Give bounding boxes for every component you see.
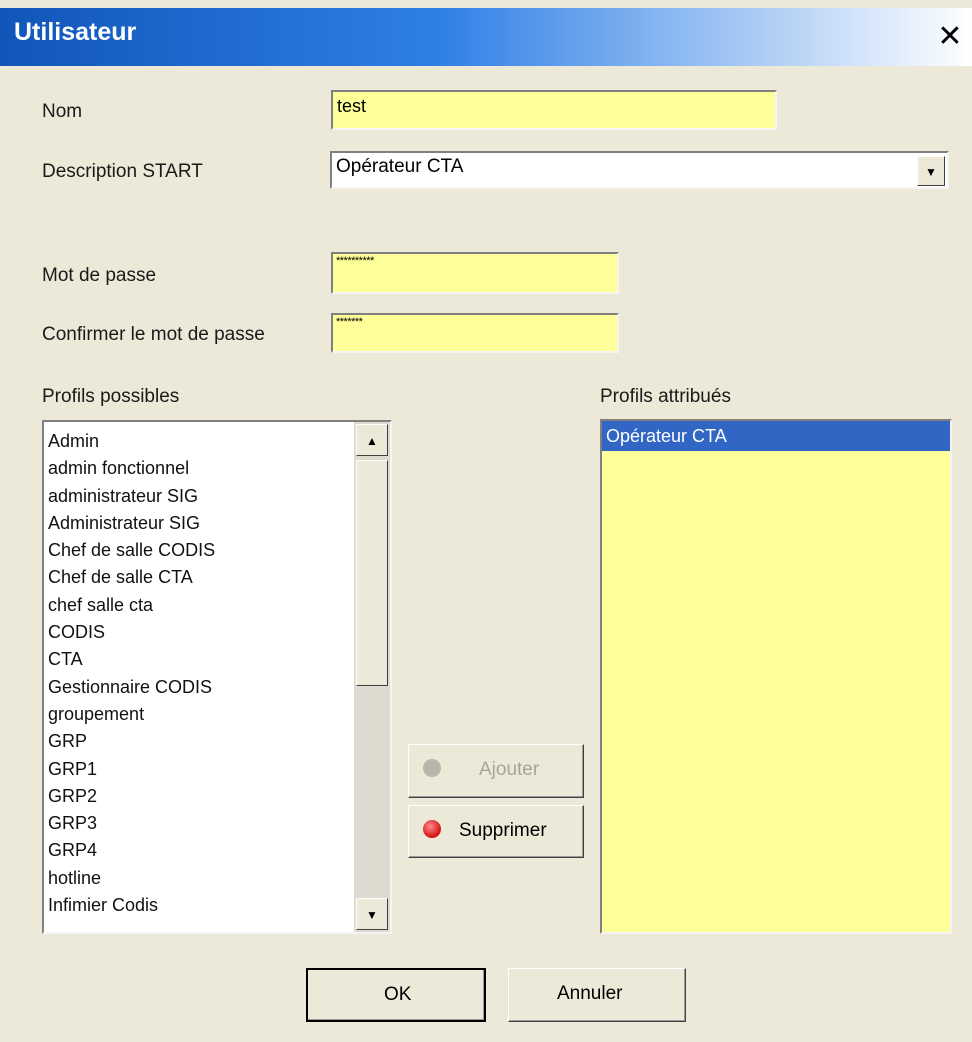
profils-attribues-list[interactable]: Opérateur CTA	[600, 419, 952, 934]
list-item[interactable]: administrateur SIG	[48, 483, 215, 510]
description-selected-value: Opérateur CTA	[336, 156, 464, 177]
nom-label: Nom	[42, 101, 83, 122]
list-item[interactable]: admin fonctionnel	[48, 455, 215, 482]
confirm-password-label: Confirmer le mot de passe	[42, 324, 265, 345]
password-label: Mot de passe	[42, 265, 157, 286]
list-item[interactable]: GRP4	[48, 837, 215, 864]
plus-circle-icon	[423, 759, 441, 777]
remove-profile-button[interactable]: Supprimer	[408, 805, 584, 858]
list-item[interactable]: CTA	[48, 646, 215, 673]
title-bar: Utilisateur ✕	[0, 8, 972, 66]
scroll-thumb[interactable]	[356, 460, 388, 686]
dialog-title: Utilisateur	[14, 18, 137, 46]
profils-possibles-label: Profils possibles	[42, 386, 180, 407]
description-label: Description START	[42, 161, 203, 182]
list-item[interactable]: CODIS	[48, 619, 215, 646]
confirm-password-input[interactable]: *******	[331, 313, 619, 353]
cancel-button[interactable]: Annuler	[508, 968, 686, 1022]
description-select[interactable]: Opérateur CTA ▼	[330, 151, 949, 189]
profils-attribues-label: Profils attribués	[600, 386, 731, 407]
list-item[interactable]: groupement	[48, 701, 215, 728]
list-item[interactable]: Chef de salle CTA	[48, 564, 215, 591]
scroll-down-icon[interactable]: ▼	[356, 898, 388, 930]
ok-button[interactable]: OK	[306, 968, 486, 1022]
scroll-up-icon[interactable]: ▲	[356, 424, 388, 456]
cancel-label: Annuler	[557, 983, 623, 1004]
list-item[interactable]: Administrateur SIG	[48, 510, 215, 537]
remove-profile-label: Supprimer	[459, 820, 547, 841]
list-item[interactable]: GRP1	[48, 756, 215, 783]
add-profile-button[interactable]: Ajouter	[408, 744, 584, 798]
list-item[interactable]: Chef de salle CODIS	[48, 537, 215, 564]
ok-label: OK	[384, 984, 412, 1005]
list-item[interactable]: Infimier Codis	[48, 892, 215, 919]
profils-scrollbar[interactable]: ▲ ▼	[354, 422, 390, 932]
list-item[interactable]: Gestionnaire CODIS	[48, 674, 215, 701]
add-profile-label: Ajouter	[479, 759, 540, 780]
chevron-down-icon[interactable]: ▼	[917, 156, 945, 186]
nom-input[interactable]: test	[331, 90, 777, 130]
list-item[interactable]: GRP3	[48, 810, 215, 837]
password-input[interactable]: **********	[331, 252, 619, 294]
list-item[interactable]: GRP2	[48, 783, 215, 810]
list-item[interactable]: GRP	[48, 728, 215, 755]
remove-circle-icon	[423, 820, 441, 838]
list-item-selected[interactable]: Opérateur CTA	[602, 421, 950, 451]
list-item[interactable]: Admin	[48, 428, 215, 455]
list-item[interactable]: chef salle cta	[48, 592, 215, 619]
profils-possibles-list[interactable]: Admin admin fonctionnel administrateur S…	[42, 420, 392, 934]
close-icon[interactable]: ✕	[932, 20, 968, 56]
list-item[interactable]: hotline	[48, 865, 215, 892]
